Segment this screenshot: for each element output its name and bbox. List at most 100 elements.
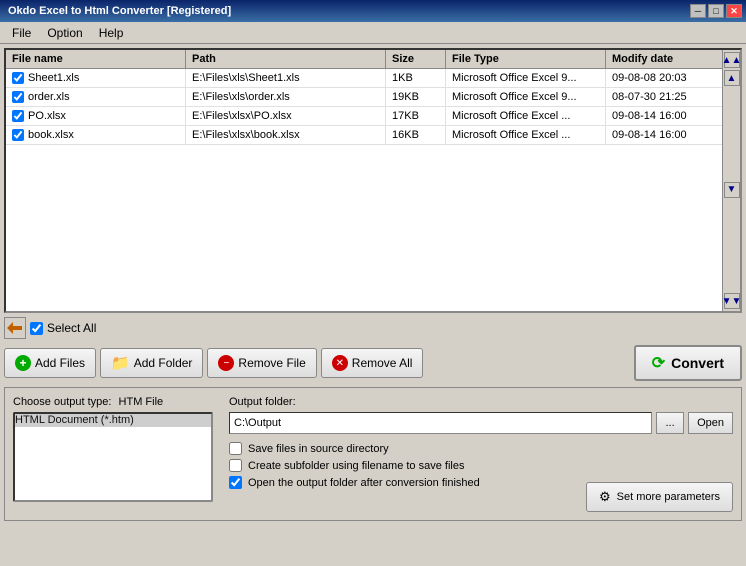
cell-path-4: E:\Files\xlsx\book.xlsx	[186, 126, 386, 144]
table-row: PO.xlsx E:\Files\xlsx\PO.xlsx 17KB Micro…	[6, 107, 722, 126]
save-source-dir-checkbox[interactable]	[229, 442, 242, 455]
cell-date-2: 08-07-30 21:25	[606, 88, 722, 106]
cell-filename-4: book.xlsx	[6, 126, 186, 144]
table-row: order.xls E:\Files\xls\order.xls 19KB Mi…	[6, 88, 722, 107]
title-bar: Okdo Excel to Html Converter [Registered…	[0, 0, 746, 22]
side-scroll-panel: ▲▲ ▲ ▼ ▼▼	[722, 50, 740, 311]
row-checkbox-1[interactable]	[12, 72, 24, 84]
window-title: Okdo Excel to Html Converter [Registered…	[8, 5, 231, 17]
cell-path-2: E:\Files\xls\order.xls	[186, 88, 386, 106]
header-size: Size	[386, 50, 446, 68]
menu-file[interactable]: File	[4, 24, 39, 42]
convert-button[interactable]: ⟳ Convert	[634, 345, 742, 381]
cell-size-2: 19KB	[386, 88, 446, 106]
save-source-dir-text: Save files in source directory	[248, 443, 389, 455]
remove-all-label: Remove All	[352, 356, 413, 370]
cell-date-3: 09-08-14 16:00	[606, 107, 722, 125]
close-button[interactable]: ✕	[726, 4, 742, 18]
open-after-conversion-text: Open the output folder after conversion …	[248, 477, 480, 489]
add-files-icon: +	[15, 355, 31, 371]
create-subfolder-label[interactable]: Create subfolder using filename to save …	[229, 459, 733, 472]
file-table: File name Path Size File Type Modify dat…	[6, 50, 722, 311]
cell-size-4: 16KB	[386, 126, 446, 144]
open-folder-button[interactable]: Open	[688, 412, 733, 434]
scroll-bottom-button[interactable]: ▼▼	[724, 293, 740, 309]
create-subfolder-text: Create subfolder using filename to save …	[248, 460, 464, 472]
header-filename: File name	[6, 50, 186, 68]
toolbar: + Add Files 📁 Add Folder − Remove File ✕…	[4, 345, 742, 381]
table-row: Sheet1.xls E:\Files\xls\Sheet1.xls 1KB M…	[6, 69, 722, 88]
row-checkbox-4[interactable]	[12, 129, 24, 141]
menu-help[interactable]: Help	[91, 24, 132, 42]
output-folder-label: Output folder:	[229, 396, 733, 408]
table-body: Sheet1.xls E:\Files\xls\Sheet1.xls 1KB M…	[6, 69, 722, 299]
add-files-button[interactable]: + Add Files	[4, 348, 96, 378]
row-checkbox-2[interactable]	[12, 91, 24, 103]
convert-label: Convert	[671, 355, 724, 371]
cell-type-3: Microsoft Office Excel ...	[446, 107, 606, 125]
output-type-panel: Choose output type: HTM File HTML Docume…	[13, 396, 213, 512]
cell-date-1: 09-08-08 20:03	[606, 69, 722, 87]
add-files-label: Add Files	[35, 356, 85, 370]
cell-size-1: 1KB	[386, 69, 446, 87]
menu-option[interactable]: Option	[39, 24, 90, 42]
output-type-label: Choose output type: HTM File	[13, 396, 213, 408]
select-all-label[interactable]: Select All	[30, 321, 96, 335]
remove-all-button[interactable]: ✕ Remove All	[321, 348, 424, 378]
minimize-button[interactable]: ─	[690, 4, 706, 18]
filename-2: order.xls	[28, 91, 70, 103]
browse-button[interactable]: ...	[656, 412, 684, 434]
gear-icon: ⚙	[599, 489, 611, 505]
cell-type-2: Microsoft Office Excel 9...	[446, 88, 606, 106]
output-folder-panel: Output folder: ... Open Save files in so…	[229, 396, 733, 512]
cell-path-3: E:\Files\xlsx\PO.xlsx	[186, 107, 386, 125]
menu-bar: File Option Help	[0, 22, 746, 44]
cell-path-1: E:\Files\xls\Sheet1.xls	[186, 69, 386, 87]
row-checkbox-3[interactable]	[12, 110, 24, 122]
remove-all-icon: ✕	[332, 355, 348, 371]
header-modified: Modify date	[606, 50, 722, 68]
add-folder-icon: 📁	[111, 354, 130, 372]
convert-icon: ⟳	[652, 353, 665, 373]
table-row: book.xlsx E:\Files\xlsx\book.xlsx 16KB M…	[6, 126, 722, 145]
set-params-button[interactable]: ⚙ Set more parameters	[586, 482, 733, 512]
filename-1: Sheet1.xls	[28, 72, 79, 84]
select-all-checkbox[interactable]	[30, 322, 43, 335]
select-all-row: Select All	[4, 317, 742, 339]
add-folder-button[interactable]: 📁 Add Folder	[100, 348, 203, 378]
set-params-label: Set more parameters	[617, 491, 720, 503]
output-folder-input[interactable]	[229, 412, 652, 434]
cell-size-3: 17KB	[386, 107, 446, 125]
open-after-conversion-label[interactable]: Open the output folder after conversion …	[229, 476, 480, 489]
header-path: Path	[186, 50, 386, 68]
cell-type-4: Microsoft Office Excel ...	[446, 126, 606, 144]
cell-filename-1: Sheet1.xls	[6, 69, 186, 87]
cell-filename-3: PO.xlsx	[6, 107, 186, 125]
output-type-listbox[interactable]: HTML Document (*.htm)	[13, 412, 213, 502]
listbox-option-htm[interactable]: HTML Document (*.htm)	[15, 414, 211, 427]
select-all-text: Select All	[47, 321, 96, 335]
create-subfolder-checkbox[interactable]	[229, 459, 242, 472]
cell-date-4: 09-08-14 16:00	[606, 126, 722, 144]
remove-file-button[interactable]: − Remove File	[207, 348, 316, 378]
restore-button[interactable]: □	[708, 4, 724, 18]
remove-file-label: Remove File	[238, 356, 305, 370]
table-header: File name Path Size File Type Modify dat…	[6, 50, 722, 69]
back-icon[interactable]	[4, 317, 26, 339]
filename-4: book.xlsx	[28, 129, 74, 141]
output-section: Choose output type: HTM File HTML Docume…	[4, 387, 742, 521]
scroll-top-button[interactable]: ▲▲	[724, 52, 740, 68]
header-filetype: File Type	[446, 50, 606, 68]
cell-type-1: Microsoft Office Excel 9...	[446, 69, 606, 87]
scroll-down-button[interactable]: ▼	[724, 182, 740, 198]
remove-file-icon: −	[218, 355, 234, 371]
cell-filename-2: order.xls	[6, 88, 186, 106]
file-list-container: File name Path Size File Type Modify dat…	[4, 48, 742, 313]
filename-3: PO.xlsx	[28, 110, 66, 122]
save-source-dir-label[interactable]: Save files in source directory	[229, 442, 733, 455]
window-controls: ─ □ ✕	[690, 4, 742, 18]
add-folder-label: Add Folder	[134, 356, 193, 370]
scroll-up-button[interactable]: ▲	[724, 70, 740, 86]
open-after-conversion-checkbox[interactable]	[229, 476, 242, 489]
main-content: File name Path Size File Type Modify dat…	[0, 44, 746, 525]
